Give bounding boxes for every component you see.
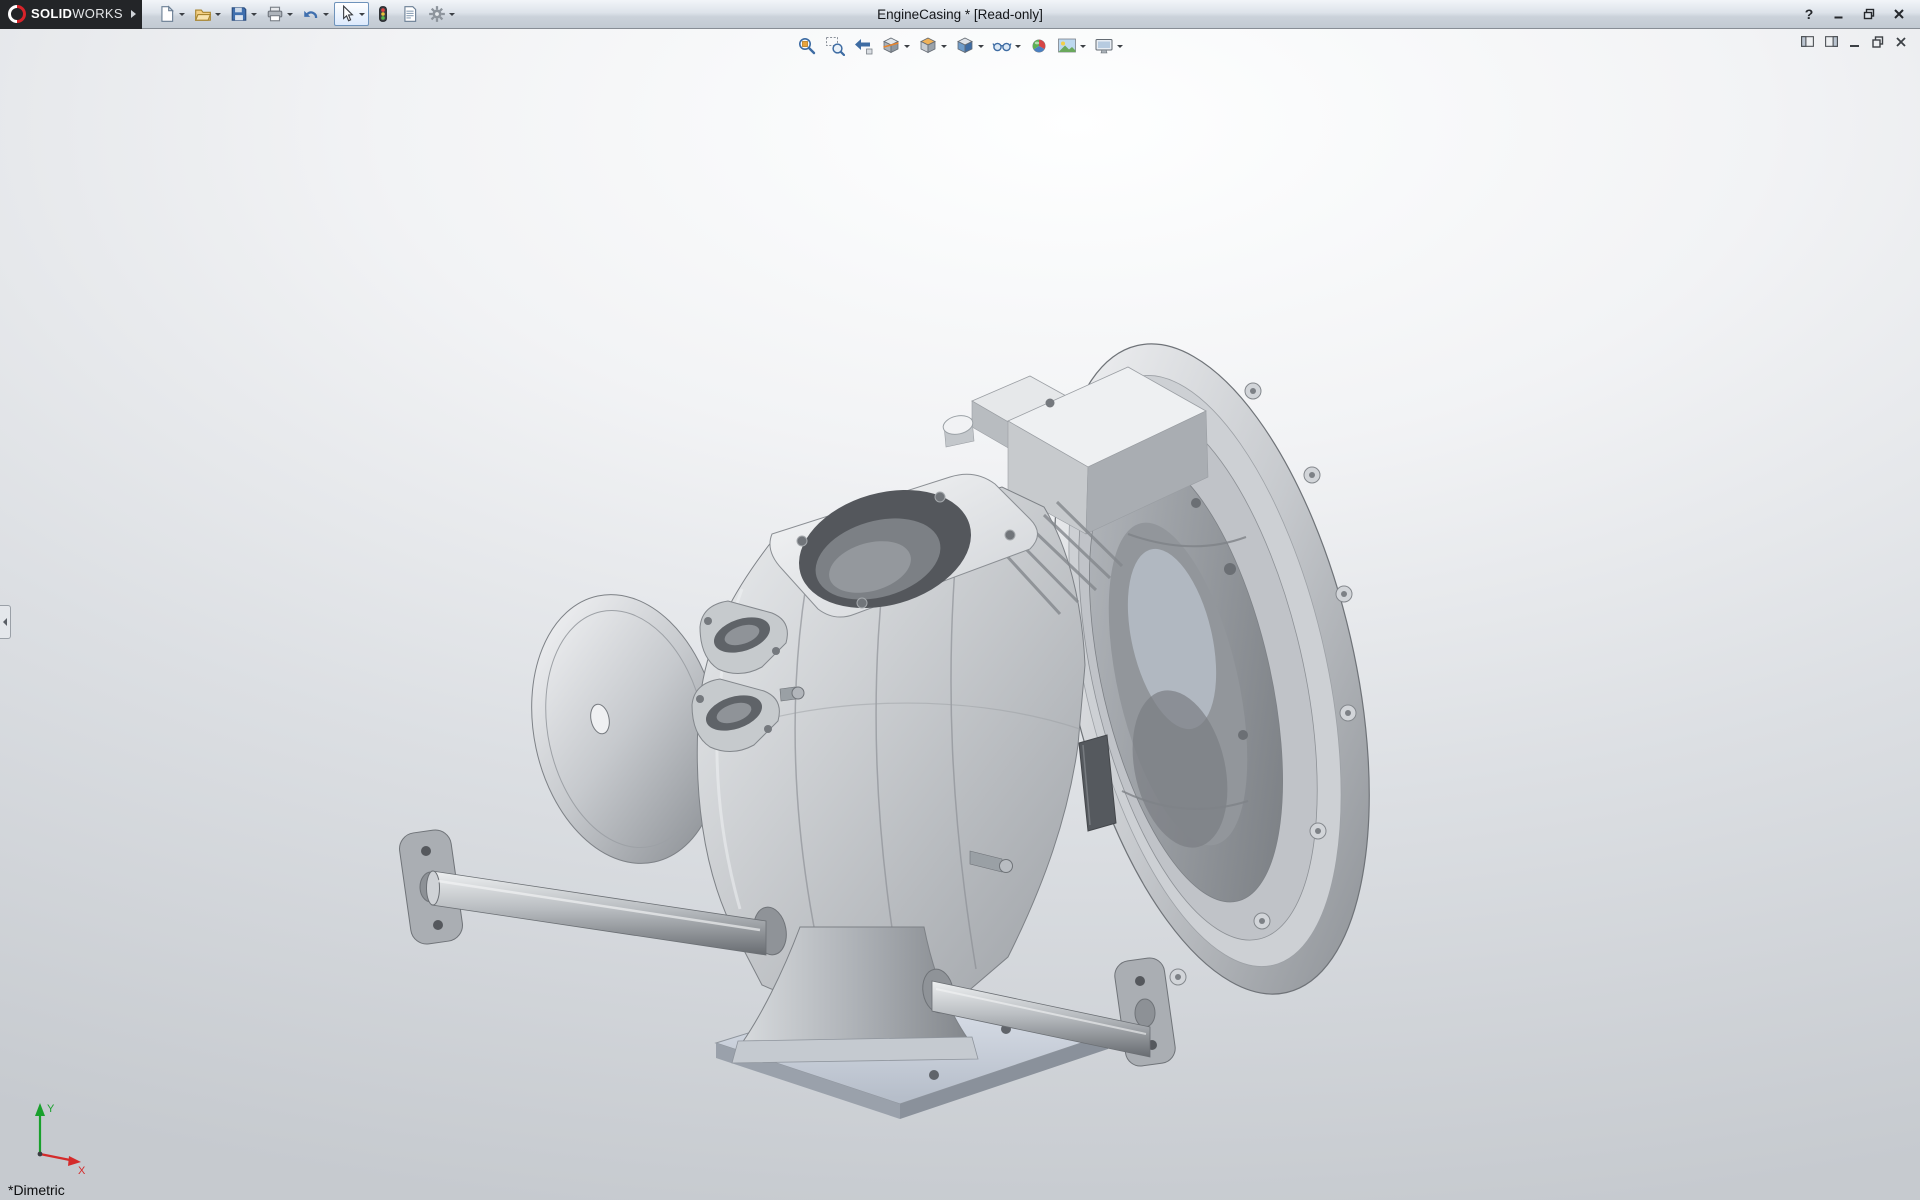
view-settings-button[interactable] bbox=[1092, 34, 1125, 58]
engine-casing-model[interactable] bbox=[0, 29, 1920, 1200]
view-settings-icon bbox=[1094, 36, 1114, 56]
triad-y-label: Y bbox=[47, 1103, 55, 1115]
save-floppy-icon bbox=[230, 5, 248, 23]
graphics-area[interactable]: Y X *Dimetric bbox=[0, 29, 1920, 1200]
triad-x-label: X bbox=[78, 1165, 86, 1174]
dropdown-arrow-icon[interactable] bbox=[978, 45, 984, 48]
minimize-document-button[interactable] bbox=[1848, 35, 1862, 49]
hide-show-items-glasses-icon bbox=[992, 36, 1012, 56]
dropdown-arrow-icon[interactable] bbox=[1117, 45, 1123, 48]
section-view-icon bbox=[881, 36, 901, 56]
file-properties-button[interactable] bbox=[397, 2, 423, 26]
new-document-button[interactable] bbox=[154, 2, 189, 26]
help-button[interactable]: ? bbox=[1796, 4, 1822, 24]
pane-left-icon bbox=[1800, 34, 1815, 49]
headsup-view-toolbar bbox=[795, 34, 1125, 58]
minimize-button[interactable] bbox=[1826, 4, 1852, 24]
close-document-button[interactable] bbox=[1894, 35, 1908, 49]
file-properties-icon bbox=[401, 5, 419, 23]
zoom-to-fit-button[interactable] bbox=[795, 34, 819, 58]
undo-button[interactable] bbox=[298, 2, 333, 26]
dropdown-arrow-icon[interactable] bbox=[215, 13, 221, 16]
minimize-icon bbox=[1848, 35, 1862, 49]
zoom-to-fit-icon bbox=[797, 36, 817, 56]
show-display-pane-button[interactable] bbox=[1824, 34, 1839, 49]
select-button[interactable] bbox=[334, 2, 369, 26]
print-icon bbox=[266, 5, 284, 23]
dropdown-arrow-icon[interactable] bbox=[1080, 45, 1086, 48]
section-view-button[interactable] bbox=[879, 34, 912, 58]
dropdown-arrow-icon[interactable] bbox=[449, 13, 455, 16]
minimize-icon bbox=[1833, 8, 1845, 20]
rebuild-traffic-light-icon bbox=[374, 5, 392, 23]
dropdown-arrow-icon[interactable] bbox=[179, 13, 185, 16]
restore-document-button[interactable] bbox=[1871, 35, 1885, 49]
restore-icon bbox=[1871, 35, 1885, 49]
undo-arrow-icon bbox=[302, 5, 320, 23]
dropdown-arrow-icon[interactable] bbox=[904, 45, 910, 48]
orientation-triad[interactable]: Y X bbox=[18, 1096, 92, 1174]
view-orientation-button[interactable] bbox=[916, 34, 949, 58]
previous-view-button[interactable] bbox=[851, 34, 875, 58]
brand-text-light: WORKS bbox=[72, 6, 123, 21]
close-icon bbox=[1894, 35, 1908, 49]
dassault-systemes-logo-icon bbox=[8, 5, 26, 23]
apply-scene-button[interactable] bbox=[1055, 34, 1088, 58]
select-cursor-icon bbox=[338, 5, 356, 23]
window-controls: ? bbox=[1796, 4, 1920, 24]
zoom-to-area-icon bbox=[825, 36, 845, 56]
zoom-to-area-button[interactable] bbox=[823, 34, 847, 58]
dropdown-arrow-icon[interactable] bbox=[941, 45, 947, 48]
print-button[interactable] bbox=[262, 2, 297, 26]
close-button[interactable] bbox=[1886, 4, 1912, 24]
rebuild-button[interactable] bbox=[370, 2, 396, 26]
options-button[interactable] bbox=[424, 2, 459, 26]
open-folder-icon bbox=[194, 5, 212, 23]
restore-icon bbox=[1863, 8, 1876, 20]
show-featuremanager-pane-button[interactable] bbox=[1800, 34, 1815, 49]
dropdown-arrow-icon[interactable] bbox=[287, 13, 293, 16]
edit-appearance-button[interactable] bbox=[1027, 34, 1051, 58]
save-button[interactable] bbox=[226, 2, 261, 26]
app-titlebar: SOLIDWORKS bbox=[0, 0, 1920, 29]
chevron-left-icon bbox=[3, 618, 7, 626]
solidworks-logo: SOLIDWORKS bbox=[0, 0, 142, 29]
menu-flyout-arrow-icon[interactable] bbox=[131, 10, 136, 18]
options-gear-icon bbox=[428, 5, 446, 23]
display-style-button[interactable] bbox=[953, 34, 986, 58]
new-document-icon bbox=[158, 5, 176, 23]
restore-button[interactable] bbox=[1856, 4, 1882, 24]
pane-right-icon bbox=[1824, 34, 1839, 49]
dropdown-arrow-icon[interactable] bbox=[1015, 45, 1021, 48]
hide-show-items-button[interactable] bbox=[990, 34, 1023, 58]
display-style-icon bbox=[955, 36, 975, 56]
dropdown-arrow-icon[interactable] bbox=[323, 13, 329, 16]
brand-text-bold: SOLID bbox=[31, 6, 72, 21]
previous-view-icon bbox=[853, 36, 873, 56]
view-orientation-cube-icon bbox=[918, 36, 938, 56]
quick-access-toolbar bbox=[154, 2, 459, 26]
dropdown-arrow-icon[interactable] bbox=[359, 13, 365, 16]
dropdown-arrow-icon[interactable] bbox=[251, 13, 257, 16]
apply-scene-icon bbox=[1057, 36, 1077, 56]
triad-y-arrow bbox=[35, 1103, 45, 1116]
view-orientation-label: *Dimetric bbox=[8, 1182, 65, 1198]
open-button[interactable] bbox=[190, 2, 225, 26]
featuremanager-flyout-tab[interactable] bbox=[0, 605, 11, 639]
edit-appearance-ball-icon bbox=[1029, 36, 1049, 56]
close-icon bbox=[1893, 8, 1905, 20]
document-window-controls bbox=[1800, 34, 1908, 49]
